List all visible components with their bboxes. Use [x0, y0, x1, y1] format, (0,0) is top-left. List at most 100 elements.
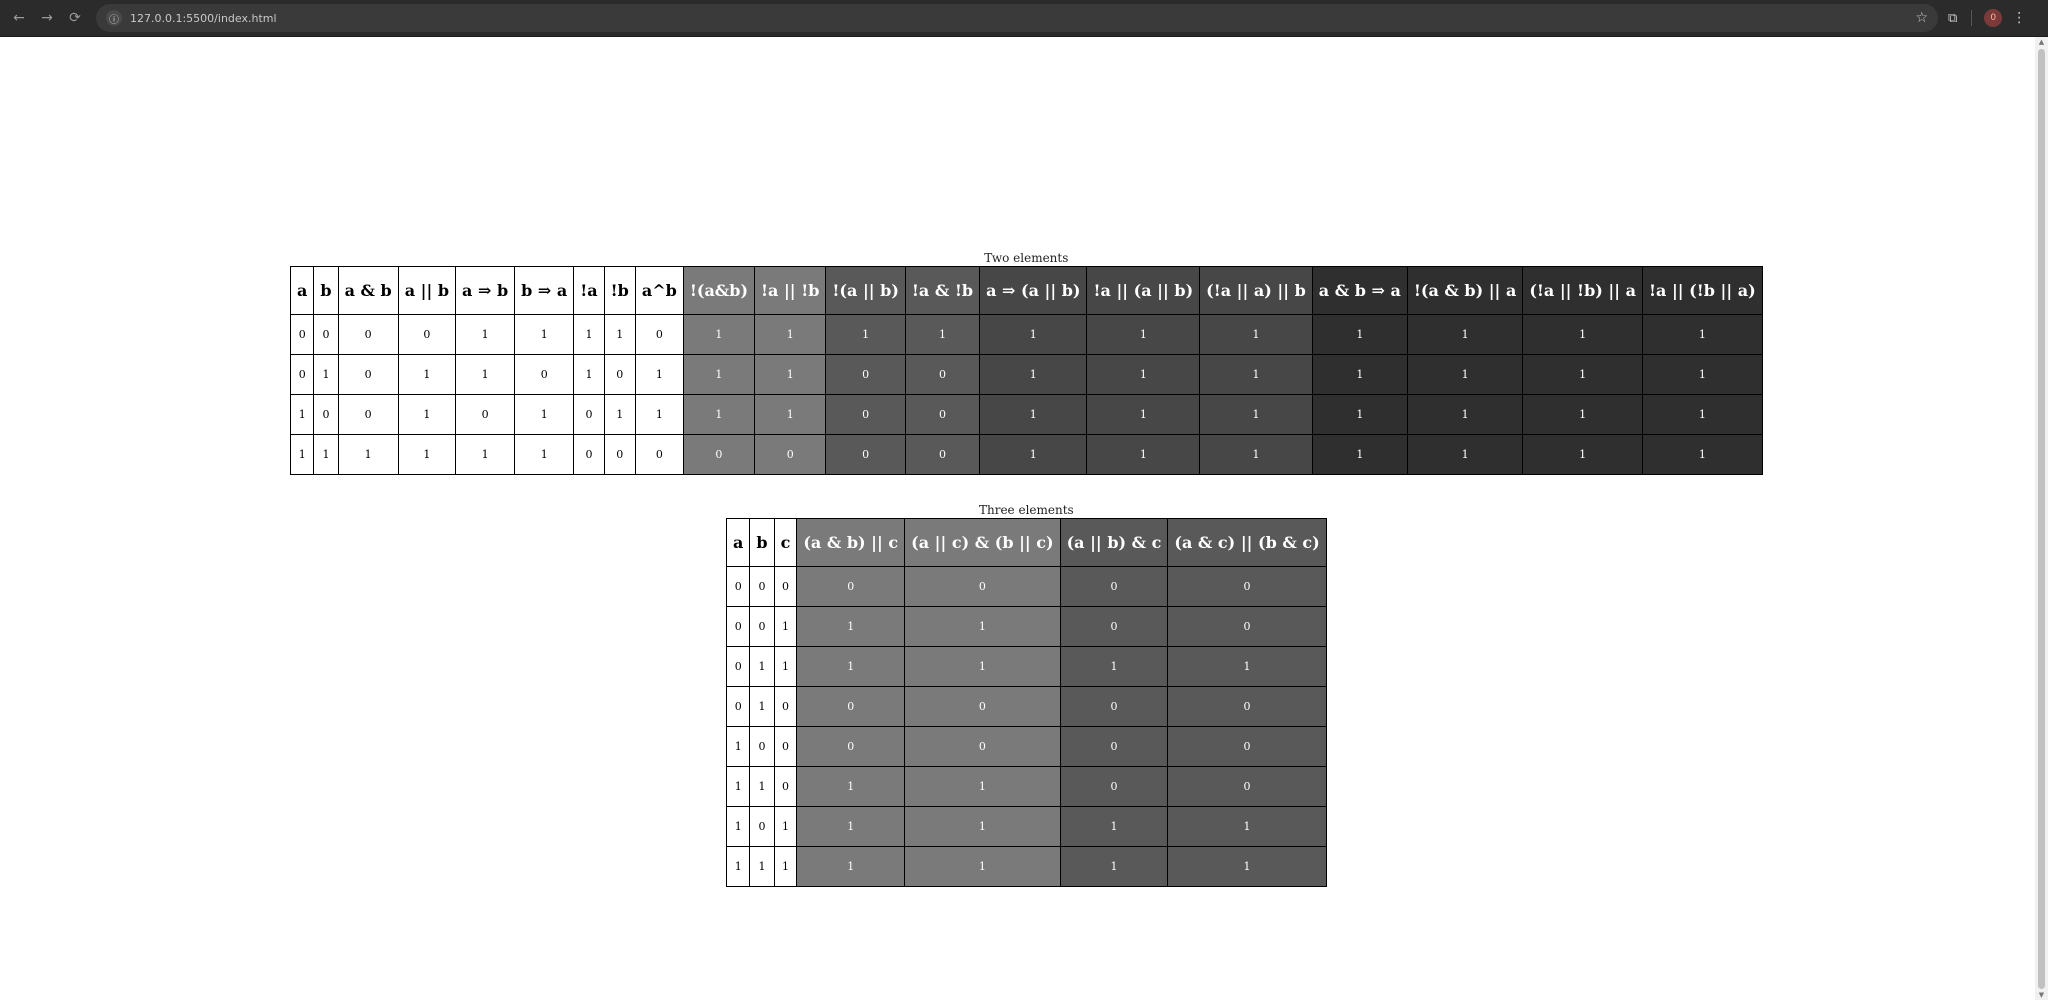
table-cell: 0 — [749, 726, 775, 767]
table-cell: 0 — [825, 434, 906, 475]
table-cell: 1 — [979, 434, 1088, 475]
column-header: (a & c) || (b & c) — [1167, 518, 1327, 567]
table-cell: 0 — [773, 766, 798, 807]
site-info-icon[interactable]: ⓘ — [106, 10, 122, 26]
extensions-icon[interactable]: ⧉ — [1948, 11, 1957, 26]
address-bar[interactable]: ⓘ 127.0.0.1:5500/index.html ☆ — [96, 4, 1938, 32]
table-cell: 1 — [455, 354, 516, 395]
table-cell: 0 — [634, 314, 684, 355]
table-cell: 1 — [337, 434, 399, 475]
table-cell: 0 — [754, 434, 827, 475]
table-cell: 1 — [749, 766, 775, 807]
reload-icon[interactable]: ⟳ — [64, 7, 86, 29]
bookmark-star-icon[interactable]: ☆ — [1915, 10, 1928, 26]
table-cell: 1 — [1199, 314, 1313, 355]
table-cell: 1 — [603, 394, 636, 435]
table-cell: 1 — [1641, 314, 1763, 355]
table-row: 01011010111001111111 — [289, 354, 1763, 395]
table-body: 0000000001110001111110100000100000011011… — [725, 566, 1327, 887]
table-cell: 0 — [725, 606, 751, 647]
table-cell: 0 — [773, 566, 798, 607]
column-header: a — [725, 518, 751, 567]
table-cell: 0 — [749, 806, 775, 847]
table-cell: 1 — [1406, 394, 1524, 435]
column-header: (a || c) & (b || c) — [904, 518, 1061, 567]
table-cell: 1 — [1406, 354, 1524, 395]
table-cell: 1 — [1086, 314, 1201, 355]
column-header: b — [749, 518, 775, 567]
table-cell: 0 — [796, 726, 906, 767]
table-cell: 0 — [1059, 766, 1169, 807]
table-cell: 0 — [749, 566, 775, 607]
table-cell: 0 — [1167, 566, 1327, 607]
column-header: b — [313, 266, 339, 315]
back-icon[interactable]: ← — [8, 7, 30, 29]
table-cell: 0 — [1167, 686, 1327, 727]
column-header: !a || (a || b) — [1086, 266, 1201, 315]
table-row: 1000000 — [725, 726, 1327, 767]
table-cell: 1 — [573, 314, 605, 355]
table-cell: 0 — [337, 354, 399, 395]
scroll-up-icon[interactable]: ▲ — [2037, 38, 2046, 46]
table-cell: 0 — [289, 354, 315, 395]
table-cell: 1 — [1641, 394, 1763, 435]
three-elements-table: Three elements a b c (a & b) || c (a || c) &… — [725, 503, 1327, 887]
table-cell: 0 — [313, 394, 339, 435]
table-cell: 1 — [603, 314, 636, 355]
table-cell: 1 — [749, 686, 775, 727]
table-cell: 0 — [749, 606, 775, 647]
table-cell: 1 — [455, 314, 516, 355]
table-cell: 1 — [289, 394, 315, 435]
table-cell: 1 — [796, 646, 906, 687]
forward-icon[interactable]: → — [36, 7, 58, 29]
table-cell: 1 — [979, 314, 1088, 355]
table-cell: 1 — [904, 846, 1061, 887]
toolbar-divider — [1971, 10, 1973, 26]
column-header: a ⇒ (a || b) — [979, 266, 1088, 315]
table-row: 0011100 — [725, 606, 1327, 647]
column-header: a & b — [337, 266, 399, 315]
table-cell: 1 — [904, 766, 1061, 807]
table-cell: 0 — [825, 394, 906, 435]
table-cell: 1 — [796, 846, 906, 887]
table-cell: 0 — [904, 686, 1061, 727]
vertical-scrollbar[interactable]: ▲ ▼ — [2035, 37, 2048, 1000]
table-row: 0100000 — [725, 686, 1327, 727]
table-cell: 1 — [773, 846, 798, 887]
table-cell: 1 — [1086, 394, 1201, 435]
table-cell: 0 — [1167, 726, 1327, 767]
table-cell: 1 — [1059, 646, 1169, 687]
table-cell: 1 — [397, 434, 457, 475]
column-header: a & b ⇒ a — [1311, 266, 1408, 315]
table-cell: 1 — [1522, 354, 1643, 395]
table-cell: 1 — [1522, 434, 1643, 475]
table-cell: 0 — [337, 394, 399, 435]
column-header: a^b — [634, 266, 684, 315]
table-row: 11111100000001111111 — [289, 434, 1763, 475]
table-cell: 0 — [603, 434, 636, 475]
table-cell: 0 — [1167, 766, 1327, 807]
table-cell: 1 — [1311, 314, 1408, 355]
table-cell: 1 — [1086, 434, 1201, 475]
table-row: 1011111 — [725, 806, 1327, 847]
scroll-down-icon[interactable]: ▼ — [2037, 991, 2046, 999]
profile-avatar[interactable]: 0 — [1984, 9, 2003, 27]
table-cell: 1 — [1167, 806, 1327, 847]
table-cell: 0 — [796, 686, 906, 727]
column-header: (!a || !b) || a — [1522, 266, 1643, 315]
table-cell: 0 — [773, 686, 798, 727]
menu-dots-icon[interactable]: ⋮ — [2012, 10, 2026, 26]
table-cell: 0 — [337, 314, 399, 355]
table-cell: 0 — [725, 566, 751, 607]
column-header: (a & b) || c — [796, 518, 906, 567]
table-cell: 1 — [904, 314, 981, 355]
table-cell: 0 — [514, 354, 575, 395]
scroll-thumb[interactable] — [2038, 49, 2045, 989]
table-cell: 1 — [1059, 846, 1169, 887]
table-row: 10010101111001111111 — [289, 394, 1763, 435]
column-header: c — [773, 518, 798, 567]
table-cell: 0 — [1059, 686, 1169, 727]
table-cell: 1 — [682, 314, 756, 355]
table-cell: 1 — [979, 394, 1088, 435]
table-cell: 1 — [725, 846, 751, 887]
